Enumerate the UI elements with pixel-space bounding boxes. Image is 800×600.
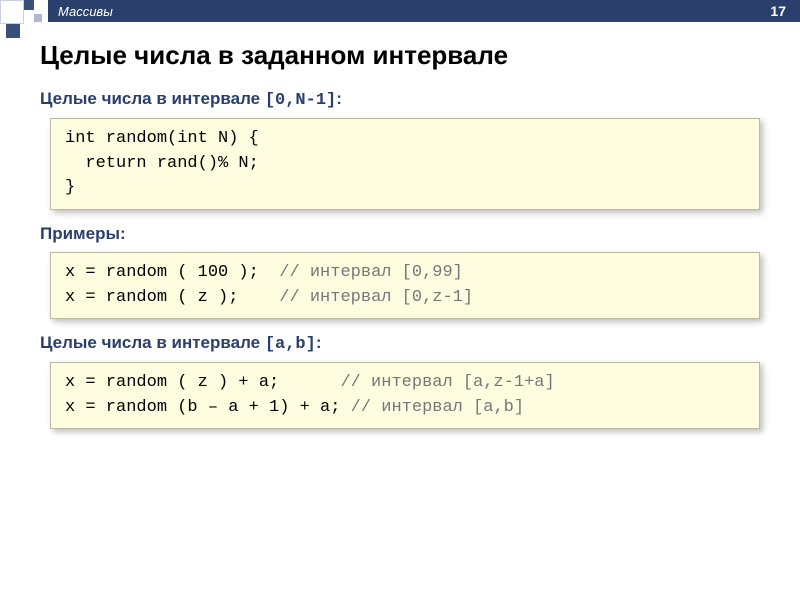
code-block-examples: x = random ( 100 ); // интервал [0,99] x…: [50, 252, 760, 319]
code-comment: // интервал [a,b]: [351, 398, 524, 417]
code-line: int random(int N) {: [65, 129, 259, 148]
subhead-range: [a,b]: [265, 335, 316, 354]
code-line: x = random ( z ) + a;: [65, 373, 340, 392]
subhead-text: Целые числа в интервале: [40, 333, 265, 352]
page-number: 17: [770, 3, 786, 19]
code-comment: // интервал [a,z-1+a]: [340, 373, 554, 392]
slide-title: Целые числа в заданном интервале: [40, 40, 760, 71]
section-label: Массивы: [58, 4, 113, 19]
subhead-interval-a-b: Целые числа в интервале [a,b]:: [40, 333, 760, 354]
code-line: }: [65, 178, 75, 197]
subhead-interval-0-n1: Целые числа в интервале [0,N-1]:: [40, 89, 760, 110]
code-block-random-def: int random(int N) { return rand()% N; }: [50, 118, 760, 210]
code-comment: // интервал [0,99]: [279, 263, 463, 282]
subhead-examples: Примеры:: [40, 224, 760, 244]
code-line: x = random ( z );: [65, 288, 279, 307]
code-line: x = random ( 100 );: [65, 263, 279, 282]
code-line: return rand()% N;: [65, 154, 259, 173]
code-line: x = random (b – a + 1) + a;: [65, 398, 351, 417]
subhead-colon: :: [336, 89, 342, 108]
topbar: Массивы 17: [48, 0, 800, 22]
subhead-colon: :: [316, 333, 322, 352]
subhead-text: Целые числа в интервале: [40, 89, 265, 108]
subhead-range: [0,N-1]: [265, 91, 336, 110]
code-comment: // интервал [0,z-1]: [279, 288, 473, 307]
slide-content: Целые числа в заданном интервале Целые ч…: [0, 30, 800, 463]
code-block-interval-ab: x = random ( z ) + a; // интервал [a,z-1…: [50, 362, 760, 429]
